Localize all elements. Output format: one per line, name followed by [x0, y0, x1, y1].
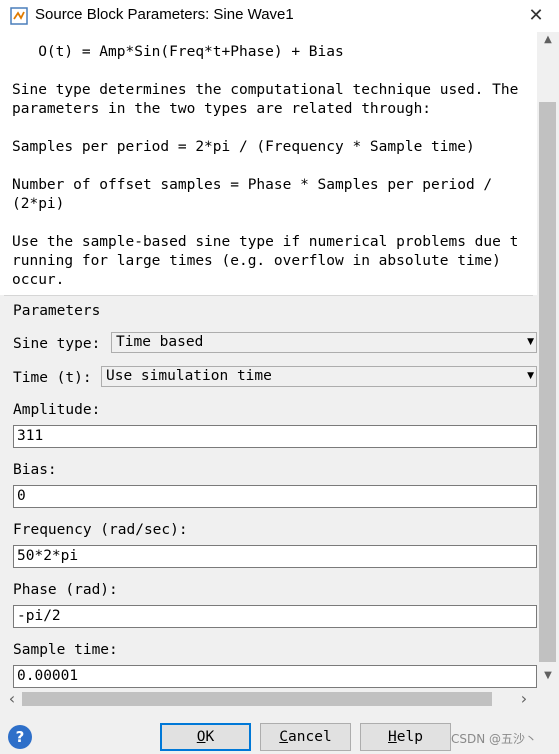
- ok-button[interactable]: OK: [160, 723, 251, 751]
- amplitude-label: Amplitude:: [13, 402, 101, 418]
- time-select[interactable]: Use simulation time ▼: [101, 366, 537, 387]
- window-title: Source Block Parameters: Sine Wave1: [35, 6, 294, 23]
- sine-type-label: Sine type:: [13, 336, 101, 352]
- description-line: Number of offset samples = Phase * Sampl…: [12, 177, 493, 193]
- phase-field[interactable]: -pi/2: [13, 605, 537, 628]
- parameters-group: Parameters Sine type: Time based ▼ Time …: [0, 295, 537, 688]
- scrollbar-corner: [537, 688, 559, 710]
- scroll-up-icon[interactable]: ▲: [537, 34, 559, 50]
- cancel-button[interactable]: Cancel: [260, 723, 351, 751]
- description-line: Use the sample-based sine type if numeri…: [12, 234, 519, 250]
- ok-label-rest: K: [205, 729, 215, 745]
- group-divider: [4, 295, 533, 296]
- sample-time-field[interactable]: 0.00001: [13, 665, 537, 688]
- bias-label: Bias:: [13, 462, 57, 478]
- help-button[interactable]: Help: [360, 723, 451, 751]
- help-accelerator: H: [388, 729, 397, 745]
- formula-line: O(t) = Amp*Sin(Freq*t+Phase) + Bias: [12, 44, 344, 60]
- description-line: Sine type determines the computational t…: [12, 82, 519, 98]
- description-line: (2*pi): [12, 196, 65, 212]
- frequency-label: Frequency (rad/sec):: [13, 522, 188, 538]
- description-line: running for large times (e.g. overflow i…: [12, 253, 501, 269]
- chevron-down-icon: ▼: [527, 337, 534, 347]
- help-icon[interactable]: ?: [8, 725, 32, 749]
- scroll-down-icon[interactable]: ▼: [537, 670, 559, 686]
- simulink-block-icon: [10, 7, 28, 25]
- frequency-field[interactable]: 50*2*pi: [13, 545, 537, 568]
- close-button[interactable]: ✕: [523, 4, 549, 28]
- bias-field[interactable]: 0: [13, 485, 537, 508]
- horizontal-scroll-thumb[interactable]: [22, 692, 492, 706]
- scroll-left-icon[interactable]: ‹: [2, 688, 22, 710]
- watermark: CSDN @五沙丶: [451, 732, 538, 746]
- chevron-down-icon: ▼: [527, 371, 534, 381]
- cancel-accelerator: C: [279, 729, 289, 745]
- title-bar: Source Block Parameters: Sine Wave1 ✕: [0, 0, 559, 32]
- dialog-content: O(t) = Amp*Sin(Freq*t+Phase) + Bias Sine…: [0, 32, 537, 688]
- vertical-scroll-thumb[interactable]: [539, 102, 556, 662]
- block-description: O(t) = Amp*Sin(Freq*t+Phase) + Bias Sine…: [0, 32, 537, 295]
- vertical-scrollbar[interactable]: ▲ ▼: [537, 32, 559, 688]
- time-label: Time (t):: [13, 370, 92, 386]
- parameters-group-title: Parameters: [13, 303, 101, 319]
- sine-type-value: Time based: [116, 334, 204, 350]
- scroll-right-icon[interactable]: ›: [514, 688, 534, 710]
- time-value: Use simulation time: [106, 368, 272, 384]
- description-line: occur.: [12, 272, 65, 288]
- description-line: parameters in the two types are related …: [12, 101, 432, 117]
- sample-time-label: Sample time:: [13, 642, 118, 658]
- horizontal-scrollbar[interactable]: ‹ ›: [0, 688, 537, 710]
- help-label-rest: elp: [396, 729, 423, 745]
- description-line: Samples per period = 2*pi / (Frequency *…: [12, 139, 475, 155]
- cancel-label-rest: ancel: [288, 729, 332, 745]
- ok-accelerator: O: [196, 729, 206, 745]
- button-bar: ? OK Cancel Help CSDN @五沙丶: [0, 710, 559, 754]
- phase-label: Phase (rad):: [13, 582, 118, 598]
- amplitude-field[interactable]: 311: [13, 425, 537, 448]
- sine-type-select[interactable]: Time based ▼: [111, 332, 537, 353]
